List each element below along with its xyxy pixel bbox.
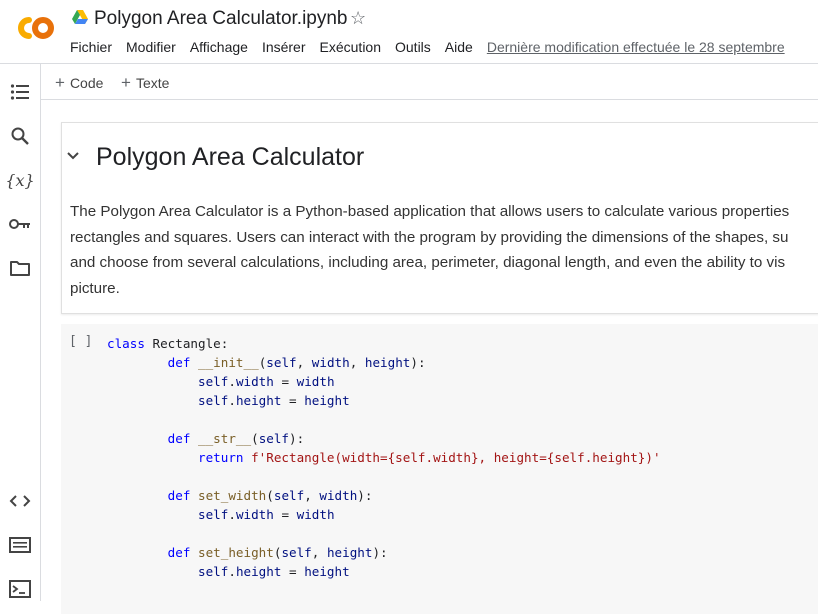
- code-line: def set_height(self, height):: [167, 545, 388, 560]
- code-line: def set_width(self, width):: [167, 488, 373, 503]
- menu-bar: Fichier Modifier Affichage Insérer Exécu…: [70, 39, 785, 55]
- code-line: def __init__(self, width, height):: [167, 355, 426, 370]
- last-edit-link[interactable]: Dernière modification effectuée le 28 se…: [487, 39, 785, 55]
- notebook-toolbar: + Code + Texte: [41, 64, 818, 100]
- google-drive-icon[interactable]: [72, 10, 88, 24]
- code-line: self.height = height: [198, 564, 350, 579]
- terminal-icon[interactable]: [8, 577, 32, 601]
- menu-execution[interactable]: Exécution: [320, 39, 381, 55]
- code-line: return f'Rectangle(width={self.width}, h…: [198, 450, 661, 465]
- add-text-button[interactable]: + Texte: [121, 73, 169, 93]
- add-code-button[interactable]: + Code: [55, 73, 103, 93]
- text-cell[interactable]: Polygon Area Calculator The Polygon Area…: [61, 122, 818, 314]
- menu-fichier[interactable]: Fichier: [70, 39, 112, 55]
- markdown-heading: Polygon Area Calculator: [96, 143, 365, 171]
- left-sidebar: {x}: [0, 64, 41, 601]
- add-text-label: Texte: [135, 75, 170, 91]
- key-icon[interactable]: [8, 212, 32, 236]
- menu-modifier[interactable]: Modifier: [126, 39, 176, 55]
- paragraph-line: The Polygon Area Calculator is a Python-…: [70, 203, 790, 220]
- add-code-label: Code: [69, 75, 104, 91]
- paragraph-line: rectangles and squares. Users can intera…: [70, 228, 789, 246]
- chevron-down-icon[interactable]: [66, 149, 80, 163]
- variables-icon[interactable]: {x}: [5, 168, 34, 192]
- markdown-paragraph: The Polygon Area Calculator is a Python-…: [70, 199, 818, 301]
- run-cell-button[interactable]: [ ]: [69, 334, 92, 349]
- menu-affichage[interactable]: Affichage: [190, 39, 248, 55]
- code-line: def __str__(self):: [167, 431, 305, 446]
- notebook-title[interactable]: Polygon Area Calculator.ipynb: [94, 8, 348, 30]
- menu-aide[interactable]: Aide: [445, 39, 473, 55]
- code-editor[interactable]: class Rectangle: def __init__(self, widt…: [107, 334, 661, 581]
- plus-icon: +: [55, 73, 65, 92]
- star-icon[interactable]: ☆: [350, 8, 366, 29]
- code-cell[interactable]: [ ] class Rectangle: def __init__(self, …: [61, 324, 818, 614]
- table-of-contents-icon[interactable]: [8, 80, 32, 104]
- notebook-workspace: Polygon Area Calculator The Polygon Area…: [41, 100, 818, 614]
- code-line: self.width = width: [198, 507, 335, 522]
- code-line: class Rectangle:: [107, 336, 229, 351]
- code-snippets-icon[interactable]: [8, 489, 32, 513]
- code-line: self.height = height: [198, 393, 350, 408]
- command-palette-icon[interactable]: [8, 533, 32, 557]
- search-icon[interactable]: [8, 124, 32, 148]
- code-line: self.width = width: [198, 374, 335, 389]
- paragraph-line: and choose from several calculations, in…: [70, 254, 786, 271]
- colab-logo-icon: [18, 17, 54, 39]
- menu-inserer[interactable]: Insérer: [262, 39, 306, 55]
- plus-icon: +: [121, 73, 131, 92]
- paragraph-line: picture.: [70, 279, 120, 297]
- folder-icon[interactable]: [8, 256, 32, 280]
- menu-outils[interactable]: Outils: [395, 39, 431, 55]
